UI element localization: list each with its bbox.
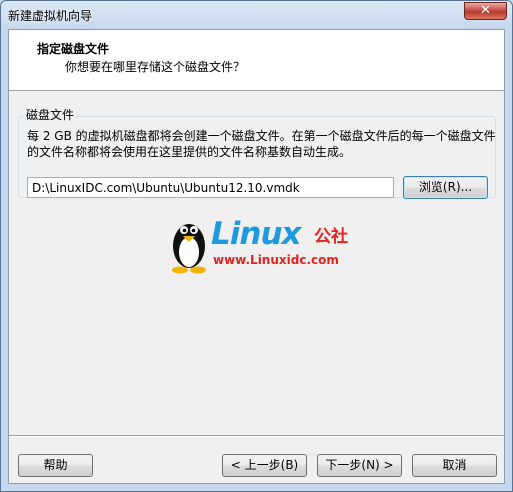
close-icon: ✕ [480, 3, 491, 18]
close-button[interactable]: ✕ [464, 2, 507, 20]
footer-divider [9, 435, 504, 437]
title-bar[interactable]: 新建虚拟机向导 ✕ [1, 1, 512, 29]
disk-file-group-label: 磁盘文件 [24, 106, 77, 123]
logo-chinese: 公社 [314, 227, 348, 247]
wizard-window: 新建虚拟机向导 ✕ 指定磁盘文件 你想要在哪里存储这个磁盘文件？ 磁盘文件 每 … [0, 0, 513, 492]
page-subtitle: 你想要在哪里存储这个磁盘文件？ [65, 60, 246, 74]
linuxidc-watermark-logo: Linux 公社 www.Linuxidc.com [169, 216, 359, 276]
disk-file-path-input[interactable] [27, 177, 394, 198]
page-title: 指定磁盘文件 [37, 42, 110, 56]
wizard-client-area: 指定磁盘文件 你想要在哪里存储这个磁盘文件？ 磁盘文件 每 2 GB 的虚拟机磁… [8, 29, 505, 484]
tux-penguin-icon [172, 224, 206, 274]
wizard-header: 指定磁盘文件 你想要在哪里存储这个磁盘文件？ [9, 30, 504, 91]
next-button[interactable]: 下一步(N) > [317, 454, 402, 477]
disk-file-description: 每 2 GB 的虚拟机磁盘都将会创建一个磁盘文件。在第一个磁盘文件后的每一个磁盘… [27, 129, 496, 159]
help-button[interactable]: 帮助 [18, 454, 93, 477]
back-button[interactable]: < 上一步(B) [222, 454, 307, 477]
browse-button[interactable]: 浏览(R)... [403, 176, 488, 199]
logo-url: www.Linuxidc.com [213, 253, 339, 267]
cancel-button[interactable]: 取消 [412, 454, 497, 477]
logo-word: Linux [211, 216, 302, 252]
window-title: 新建虚拟机向导 [8, 9, 93, 23]
